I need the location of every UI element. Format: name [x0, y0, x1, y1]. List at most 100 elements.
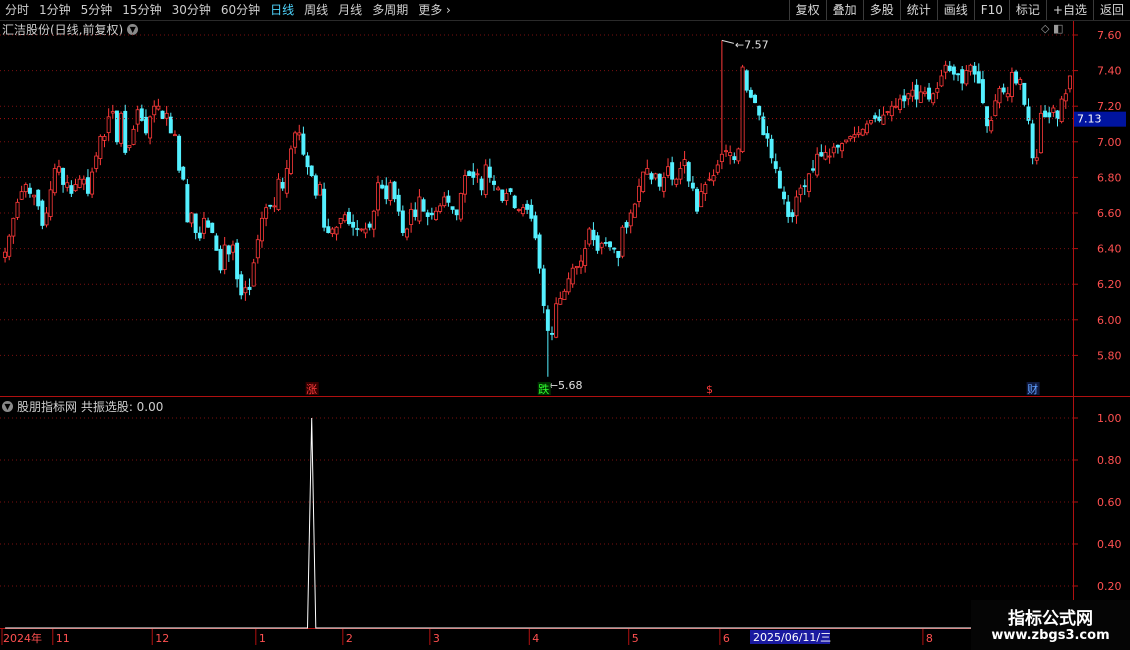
candle-body	[48, 189, 53, 217]
candle-body	[301, 133, 306, 155]
candle-body	[143, 116, 148, 134]
price-tick-label: 7.60	[1097, 29, 1122, 42]
candle-body	[239, 274, 244, 296]
candle-body	[889, 105, 894, 117]
candle-body	[678, 168, 683, 180]
candle-body	[27, 187, 32, 194]
candle-body	[164, 112, 169, 119]
candle-body	[7, 235, 12, 257]
candle-body	[425, 212, 430, 217]
candle-body	[728, 152, 733, 156]
candle-body	[550, 333, 554, 335]
candle-body	[773, 161, 778, 169]
candle-body	[786, 201, 791, 217]
candle-body	[848, 136, 853, 140]
high-price-label: ←7.57	[735, 38, 769, 51]
candle-body	[152, 105, 157, 116]
candle-body	[508, 188, 513, 193]
candle-body	[608, 241, 612, 248]
price-tick-label: 6.20	[1097, 278, 1122, 291]
candle-body	[1014, 71, 1019, 84]
candle-body	[189, 212, 194, 224]
candle-body	[156, 105, 161, 110]
candle-body	[616, 250, 621, 258]
indicator-tick-label: 0.40	[1097, 538, 1122, 551]
candle-body	[235, 242, 240, 280]
candle-body	[463, 175, 467, 195]
candle-body	[914, 84, 919, 100]
candle-body	[661, 176, 666, 192]
candle-body	[674, 178, 679, 185]
candle-body	[388, 182, 393, 201]
candle-body	[947, 65, 952, 71]
month-label: 2	[346, 632, 353, 645]
price-tick-label: 7.20	[1097, 100, 1122, 113]
candle-body	[699, 191, 704, 208]
candle-body	[504, 193, 509, 201]
candle-body	[3, 251, 8, 258]
candle-body	[417, 196, 422, 222]
candle-body	[442, 196, 447, 207]
candle-body	[529, 204, 534, 219]
candle-body	[396, 194, 401, 212]
candle-body	[177, 135, 182, 171]
candle-body	[591, 229, 596, 241]
candle-body	[521, 207, 525, 215]
event-marker: 财	[1027, 382, 1038, 396]
price-tick-label: 7.40	[1097, 65, 1122, 78]
candle-body	[1067, 75, 1072, 90]
candle-body	[976, 71, 981, 84]
candle-body	[753, 94, 758, 104]
candle-body	[1051, 107, 1056, 113]
candle-body	[558, 298, 563, 305]
candle-body	[1005, 93, 1010, 98]
candle-body	[305, 155, 310, 168]
candle-body	[330, 228, 335, 234]
cursor-date: 2025/06/11/三	[753, 631, 831, 644]
candle-body	[869, 120, 874, 124]
candle-body	[81, 178, 86, 185]
candle-body	[732, 156, 737, 161]
candle-body	[666, 166, 670, 176]
candle-body	[400, 210, 405, 233]
candle-body	[802, 185, 807, 188]
candle-body	[744, 70, 749, 91]
month-label: 1	[259, 632, 266, 645]
candle-body	[102, 136, 107, 141]
candle-body	[367, 223, 372, 228]
candle-body	[637, 185, 641, 202]
candle-body	[989, 120, 994, 132]
candle-body	[284, 168, 289, 194]
candle-body	[620, 226, 625, 257]
candle-body	[500, 189, 505, 201]
candle-body	[351, 221, 356, 228]
candle-body	[1034, 157, 1039, 161]
candle-body	[740, 66, 745, 152]
candle-body	[906, 93, 911, 100]
watermark-line2: www.zbgs3.com	[991, 628, 1110, 643]
candle-body	[475, 173, 480, 176]
candle-body	[939, 75, 944, 87]
candle-body	[193, 213, 198, 233]
candle-body	[210, 222, 215, 233]
candle-body	[736, 148, 741, 162]
kline-chart[interactable]: 7.60 7.40 7.20 7.00 6.80 6.60 6.40 6.20 6.00 5.80…	[0, 0, 1130, 650]
candle-body	[645, 168, 650, 175]
candle-body	[392, 181, 397, 200]
candle-body	[342, 214, 347, 222]
candle-body	[85, 177, 90, 194]
candle-body	[860, 128, 865, 136]
candle-body	[90, 171, 95, 195]
candle-body	[570, 267, 575, 285]
candle-body	[15, 201, 20, 218]
indicator-tick-label: 0.60	[1097, 496, 1122, 509]
candle-body	[562, 290, 567, 300]
candle-body	[893, 105, 898, 108]
candle-body	[380, 184, 385, 189]
candle-body	[769, 138, 774, 159]
candle-body	[823, 152, 828, 160]
candle-body	[247, 286, 252, 290]
price-tick-label: 7.00	[1097, 136, 1122, 149]
candle-body	[972, 65, 977, 75]
candle-body	[719, 153, 724, 163]
